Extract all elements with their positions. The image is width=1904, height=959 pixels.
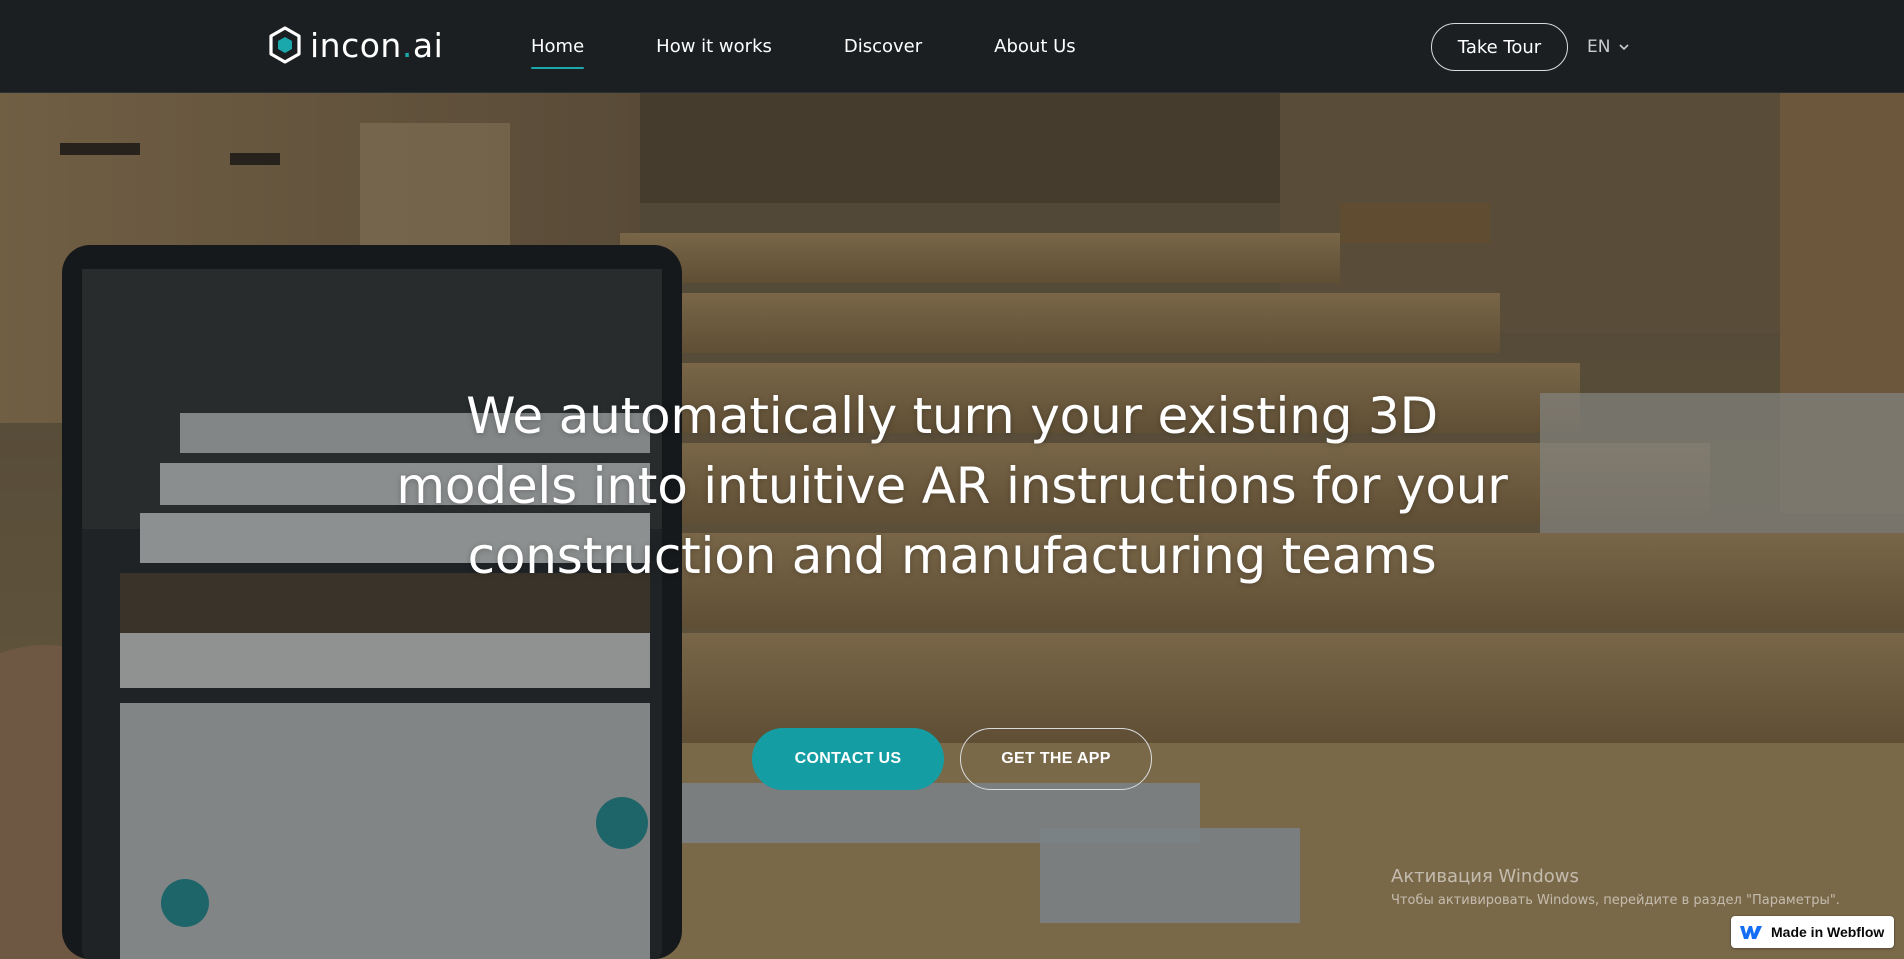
made-in-webflow-badge[interactable]: Made in Webflow — [1731, 916, 1894, 948]
get-the-app-button[interactable]: GET THE APP — [960, 728, 1152, 790]
headline-line-3: construction and manufacturing teams — [467, 527, 1437, 585]
webflow-badge-label: Made in Webflow — [1771, 924, 1885, 940]
language-label: EN — [1587, 37, 1611, 57]
hero-content: We automatically turn your existing 3D m… — [352, 381, 1552, 591]
hero-section: We automatically turn your existing 3D m… — [0, 93, 1904, 959]
windows-activation-watermark: Активация Windows Чтобы активировать Win… — [1391, 866, 1840, 910]
take-tour-button[interactable]: Take Tour — [1431, 23, 1568, 71]
headline-line-1: We automatically turn your existing 3D — [466, 387, 1438, 445]
top-navbar: incon.ai Home How it works Discover Abou… — [0, 0, 1904, 93]
hero-cta-group: CONTACT US GET THE APP — [752, 728, 1152, 790]
windows-activation-subtitle: Чтобы активировать Windows, перейдите в … — [1391, 893, 1840, 908]
nav-item-home[interactable]: Home — [531, 36, 585, 69]
nav-item-about-us[interactable]: About Us — [994, 36, 1076, 57]
logo-wordmark: incon.ai — [310, 25, 444, 65]
chevron-down-icon — [1619, 44, 1630, 51]
contact-us-button[interactable]: CONTACT US — [752, 728, 944, 790]
webflow-logo-icon — [1740, 926, 1762, 939]
main-navigation: Home How it works Discover About Us — [531, 0, 1148, 93]
hero-headline: We automatically turn your existing 3D m… — [352, 381, 1552, 591]
nav-item-how-it-works[interactable]: How it works — [656, 36, 772, 57]
headline-line-2: models into intuitive AR instructions fo… — [396, 457, 1508, 515]
windows-activation-title: Активация Windows — [1391, 866, 1579, 887]
incon-ai-logo[interactable]: incon.ai — [268, 22, 443, 68]
nav-item-discover[interactable]: Discover — [844, 36, 922, 57]
language-selector[interactable]: EN — [1587, 23, 1630, 71]
hexagon-logo-icon — [269, 26, 301, 64]
